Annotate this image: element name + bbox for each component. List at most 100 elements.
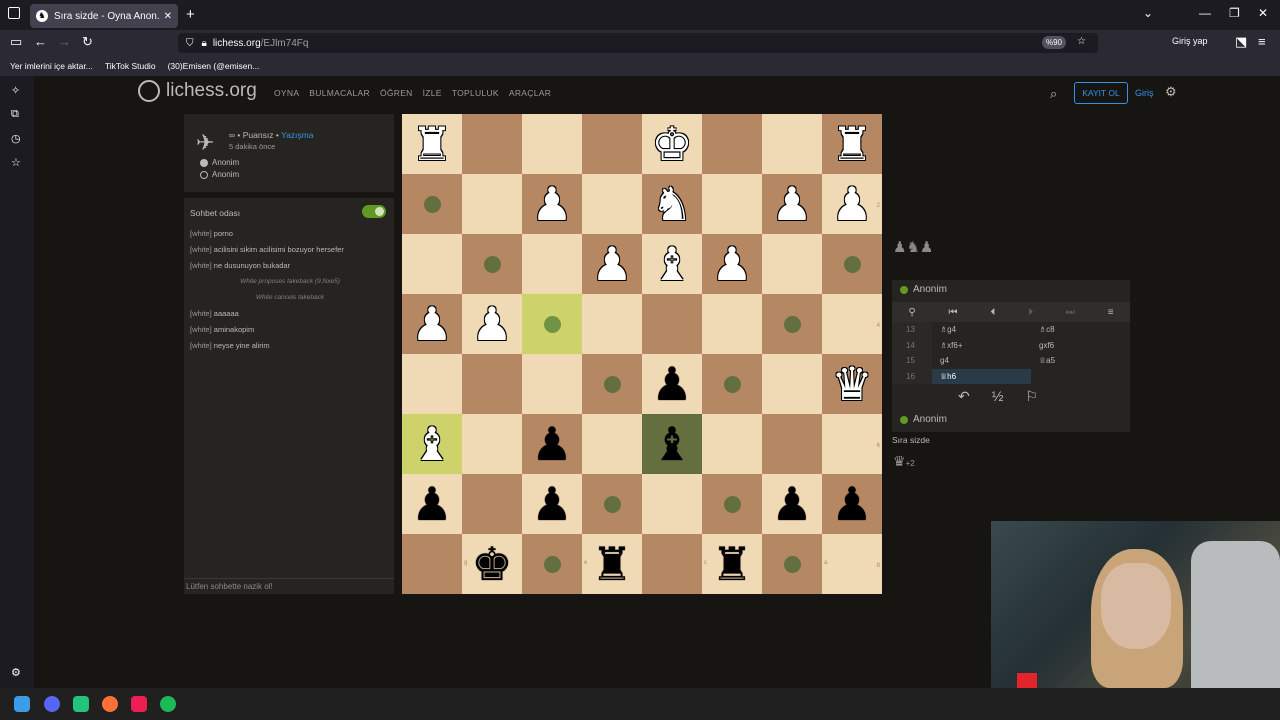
board-square[interactable]: ♝ — [642, 234, 702, 294]
board-square[interactable]: h — [402, 534, 462, 594]
board-square[interactable] — [762, 234, 822, 294]
board-square[interactable]: ♞ — [642, 174, 702, 234]
black-pawn-icon[interactable]: ♟ — [651, 354, 692, 414]
board-square[interactable]: 8a — [822, 534, 882, 594]
board-square[interactable] — [762, 414, 822, 474]
board-square[interactable]: ♜ e — [582, 534, 642, 594]
reload-icon[interactable]: ↻ — [82, 34, 93, 50]
move-hint-dot[interactable] — [843, 255, 861, 273]
menu-icon[interactable]: ≡ — [1258, 34, 1266, 49]
menu-item-learn[interactable]: ÖĞREN — [380, 88, 413, 98]
menu-item-watch[interactable]: İZLE — [423, 88, 442, 98]
board-square[interactable]: ♛ 5 — [822, 354, 882, 414]
board-square[interactable] — [462, 114, 522, 174]
black-move[interactable]: ♕a5 — [1031, 353, 1130, 369]
board-square[interactable]: ♝ — [642, 414, 702, 474]
board-square[interactable]: ♟ 2 — [822, 174, 882, 234]
board-square[interactable] — [642, 294, 702, 354]
signin-link[interactable]: Giriş — [1135, 88, 1154, 98]
menu-item-play[interactable]: OYNA — [274, 88, 299, 98]
move-hint-dot[interactable] — [723, 495, 741, 513]
synced-tabs-icon[interactable]: ⧉ — [11, 108, 19, 121]
close-window-icon[interactable]: ✕ — [1258, 6, 1268, 20]
board-square[interactable] — [702, 174, 762, 234]
board-square[interactable]: ♟ — [462, 294, 522, 354]
board-square[interactable] — [762, 294, 822, 354]
board-square[interactable] — [582, 114, 642, 174]
board-square[interactable]: ♟ — [522, 474, 582, 534]
white-pawn-icon[interactable]: ♟ — [831, 174, 872, 234]
back-icon[interactable]: ← — [34, 34, 47, 49]
minimize-icon[interactable]: — — [1199, 6, 1211, 20]
board-square[interactable]: ♟ — [702, 234, 762, 294]
board-square[interactable] — [402, 234, 462, 294]
white-pawn-icon[interactable]: ♟ — [591, 234, 632, 294]
white-pawn-icon[interactable]: ♟ — [711, 234, 752, 294]
black-rook-icon[interactable]: ♜ — [711, 534, 752, 594]
opponent-name[interactable]: Anonim — [900, 284, 947, 295]
gear-icon[interactable]: ⚙ — [1165, 84, 1177, 100]
black-bishop-icon[interactable]: ♝ — [651, 414, 692, 474]
browser-tab-active[interactable]: ♞ Sıra sizde - Oyna Anon. • liches ✕ — [30, 4, 178, 28]
lichess-logo[interactable]: lichess.org — [138, 80, 257, 102]
next-move-icon[interactable]: ⏵ — [1028, 307, 1033, 318]
takeback-icon[interactable]: ↶ — [958, 388, 970, 405]
analysis-icon[interactable]: ⚲ — [908, 307, 915, 318]
move-hint-dot[interactable] — [603, 495, 621, 513]
board-square[interactable] — [582, 354, 642, 414]
tiktok-icon[interactable] — [131, 696, 147, 712]
chess-board[interactable]: ♜ ♚ ♜ 1 ♟ ♞ ♟ ♟ 2 ♟ ♝ ♟ 3 ♟ ♟ 4 ♟ ♛ 5 ♝ ♟ ♝ 6 ♟ ♟ ♟ ♟ 7 h ♚ g f ♜ e d ♜ c b 8 a — [402, 114, 882, 594]
history-icon[interactable]: ◷ — [11, 132, 21, 145]
white-pawn-icon[interactable]: ♟ — [411, 294, 452, 354]
black-move[interactable]: gxf6 — [1031, 338, 1130, 354]
board-square[interactable] — [702, 294, 762, 354]
prev-move-icon[interactable]: ⏴ — [990, 307, 995, 318]
firefox-icon[interactable] — [102, 696, 118, 712]
settings-icon[interactable]: ⚙ — [11, 666, 21, 679]
white-pawn-icon[interactable]: ♟ — [471, 294, 512, 354]
move-hint-dot[interactable] — [483, 255, 501, 273]
board-square[interactable] — [702, 474, 762, 534]
board-square[interactable] — [462, 354, 522, 414]
white-move[interactable]: ♗xf6+ — [932, 338, 1031, 354]
first-move-icon[interactable]: ⏮ — [949, 307, 958, 318]
board-square[interactable]: 6 — [822, 414, 882, 474]
last-move-icon[interactable]: ⏭ — [1066, 307, 1075, 318]
board-square[interactable] — [762, 354, 822, 414]
board-square[interactable]: b — [762, 534, 822, 594]
board-square[interactable] — [462, 234, 522, 294]
black-pawn-icon[interactable]: ♟ — [531, 414, 572, 474]
board-square[interactable] — [522, 354, 582, 414]
board-square[interactable] — [462, 474, 522, 534]
spotify-icon[interactable] — [160, 696, 176, 712]
chevron-down-icon[interactable]: ⌄ — [1143, 6, 1153, 20]
white-move[interactable]: g4 — [932, 353, 1031, 369]
white-pawn-icon[interactable]: ♟ — [771, 174, 812, 234]
board-square[interactable] — [402, 354, 462, 414]
board-square[interactable] — [582, 474, 642, 534]
move-hint-dot[interactable] — [423, 195, 441, 213]
search-icon[interactable]: ⌕ — [1050, 86, 1057, 102]
menu-item-community[interactable]: TOPLULUK — [452, 88, 499, 98]
board-square[interactable] — [702, 114, 762, 174]
offer-draw-icon[interactable]: ½ — [992, 388, 1004, 405]
move-hint-dot[interactable] — [543, 555, 561, 573]
black-move[interactable] — [1031, 369, 1130, 385]
new-tab-icon[interactable]: + — [186, 6, 195, 23]
board-square[interactable]: ♟ 7 — [822, 474, 882, 534]
black-pawn-icon[interactable]: ♟ — [411, 474, 452, 534]
board-square[interactable] — [642, 474, 702, 534]
menu-item-puzzles[interactable]: BULMACALAR — [309, 88, 370, 98]
move-hint-dot[interactable] — [723, 375, 741, 393]
white-rook-icon[interactable]: ♜ — [411, 114, 452, 174]
black-pawn-icon[interactable]: ♟ — [831, 474, 872, 534]
chat-user[interactable]: [white] — [190, 261, 212, 270]
white-knight-icon[interactable]: ♞ — [651, 174, 692, 234]
board-square[interactable] — [462, 174, 522, 234]
sidebar-toggle-icon[interactable]: ▭ — [10, 34, 22, 50]
black-rook-icon[interactable]: ♜ — [591, 534, 632, 594]
board-square[interactable]: ♜ 1 — [822, 114, 882, 174]
board-square[interactable]: ♟ — [642, 354, 702, 414]
board-square[interactable]: ♟ — [522, 174, 582, 234]
board-square[interactable] — [582, 174, 642, 234]
